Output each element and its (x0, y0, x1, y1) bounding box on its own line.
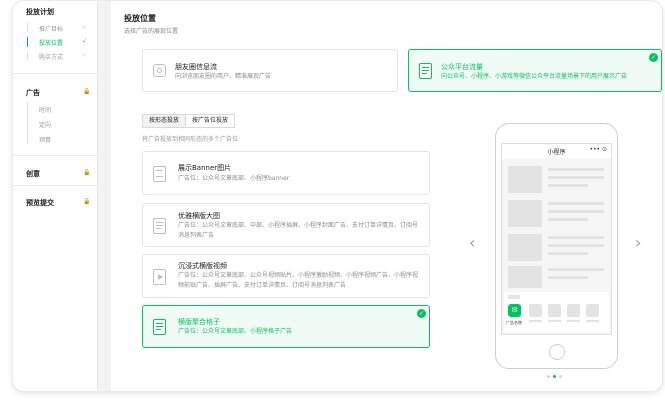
banner-icon (153, 166, 166, 182)
next-arrow-icon[interactable]: › (635, 233, 641, 252)
placeholder-line (548, 276, 588, 279)
step-line-active (27, 37, 28, 47)
placeholder-line (548, 236, 604, 239)
format-name: 沉浸式横版视频 (178, 262, 227, 270)
tab-by-format[interactable]: 按形态投放 (142, 114, 187, 128)
mini-program-header: 小程序 ••• ⊙ (502, 144, 611, 158)
selected-check-icon: ✓ (417, 309, 426, 318)
carousel-dot-active[interactable] (553, 375, 556, 378)
divider (13, 155, 98, 156)
main-panel: 投放位置 选择广告的展现位置 朋友圈信息流 向浏览朋友圈的用户、精准展现广告 公… (111, 1, 662, 391)
placeholder-line (548, 184, 588, 187)
placeholder-line (548, 202, 604, 205)
step-title-preview[interactable]: 预览提交 (26, 198, 54, 208)
format-desc: 广告位：公众号文章底部、小程序banner (178, 175, 290, 182)
phone-screen: 小程序 ••• ⊙ ✉ 广告名称 (501, 143, 612, 335)
placement-name: 公众平台流量 (441, 63, 483, 71)
placement-card-moments[interactable]: 朋友圈信息流 向浏览朋友圈的用户、精准展现广告 (142, 49, 398, 92)
format-desc: 广告位：公众号文章底部、小程序格子广告 (178, 328, 293, 335)
format-desc: 广告位：公众号文章底部、中部、小程序插屏、小程序封面广告、支付订单详情页、订阅号 (178, 222, 419, 229)
placeholder-line (548, 218, 588, 221)
carousel-dot[interactable] (559, 375, 562, 378)
capsule-menu-icon: ••• ⊙ (589, 146, 607, 153)
wechat-icon: ✉ (508, 304, 521, 317)
phone-preview: 小程序 ••• ⊙ ✉ 广告名称 (495, 123, 618, 369)
check-icon: ✓ (82, 52, 88, 59)
lock-icon: 🔒 (83, 169, 91, 176)
placement-name: 朋友圈信息流 (175, 63, 217, 71)
placement-desc: 向浏览朋友圈的用户、精准展现广告 (175, 73, 272, 80)
substep-purchase[interactable]: 购买方式 (39, 52, 63, 61)
ad-name-label: 广告名称 (506, 320, 522, 325)
step-line (27, 102, 28, 144)
placeholder-thumb (508, 200, 542, 227)
home-button (549, 344, 565, 360)
step-title-creative[interactable]: 创意 (26, 169, 40, 179)
placeholder-line (567, 320, 580, 322)
substep-placement[interactable]: 投放位置 (39, 38, 63, 47)
grid-slot (567, 304, 580, 317)
placeholder-thumb (508, 234, 542, 261)
grid-ad-preview: ✉ 广告名称 (504, 292, 609, 332)
prev-arrow-icon[interactable]: ‹ (469, 233, 475, 252)
placeholder-line (548, 268, 604, 271)
selected-check-icon: ✓ (649, 53, 658, 62)
placeholder-line (548, 244, 604, 247)
step-line (27, 51, 28, 60)
lock-icon: 🔒 (83, 198, 91, 205)
page-title: 投放位置 (124, 14, 156, 23)
tab-hint: 将广告投放到相同形态的多个广告位 (142, 136, 239, 143)
document-icon (419, 63, 432, 79)
step-title-plan[interactable]: 投放计划 (26, 7, 54, 17)
format-card-large-image[interactable]: 优雅横版大图 广告位：公众号文章底部、中部、小程序插屏、小程序封面广告、支付订单… (142, 203, 430, 247)
divider (13, 73, 98, 74)
format-card-video[interactable]: 沉浸式横版视频 广告位：公众号文章底部、公众号视频贴片、小程序激励视频、小程序视… (142, 254, 430, 298)
substep-time[interactable]: 时间 (39, 105, 51, 114)
format-desc: 广告位：公众号文章底部、公众号视频贴片、小程序激励视频、小程序视频广告、小程序视 (178, 272, 419, 279)
format-desc: 消息列表广告 (178, 232, 215, 239)
placement-card-public-platform[interactable]: 公众平台流量 向公众号、小程序、小游戏等微信公众平台流量场景下的用户展示广告 ✓ (408, 49, 662, 92)
page-subtitle: 选择广告的展现位置 (124, 28, 179, 35)
grid-slot (529, 304, 542, 317)
placement-desc: 向公众号、小程序、小游戏等微信公众平台流量场景下的用户展示广告 (441, 73, 628, 80)
step-title-ad[interactable]: 广告 (26, 88, 40, 98)
check-icon: ✓ (82, 38, 88, 45)
format-card-grid[interactable]: 横版聚合格子 广告位：公众号文章底部、小程序格子广告 ✓ (142, 305, 430, 348)
grid-icon (153, 319, 166, 335)
moments-icon (153, 64, 166, 77)
placeholder-line (548, 252, 588, 255)
app-frame: 投放计划 推广目标 ✓ 投放位置 ✓ 购买方式 ✓ 广告 🔒 时间 定向 预算 … (12, 0, 663, 392)
format-name: 优雅横版大图 (178, 212, 220, 220)
format-card-banner[interactable]: 展示Banner图片 广告位：公众号文章底部、小程序banner (142, 151, 430, 195)
check-icon: ✓ (82, 24, 88, 31)
image-icon (153, 218, 166, 234)
grid-slot (548, 304, 561, 317)
steps-sidebar: 投放计划 推广目标 ✓ 投放位置 ✓ 购买方式 ✓ 广告 🔒 时间 定向 预算 … (13, 1, 98, 391)
placeholder-line (548, 320, 561, 322)
carousel-dot[interactable] (547, 375, 550, 378)
divider (13, 185, 98, 186)
format-name: 展示Banner图片 (178, 164, 232, 172)
format-desc: 频前贴广告、插屏广告、支付订单详情页、订阅号消息列表广告 (178, 282, 347, 289)
placeholder-line (508, 295, 520, 299)
grid-slot (586, 304, 599, 317)
placeholder-thumb (508, 266, 542, 288)
placeholder-thumb (508, 166, 542, 193)
placeholder-line (548, 210, 604, 213)
placement-mode-tabs: 按形态投放 按广告位投放 (142, 114, 236, 128)
substep-budget[interactable]: 预算 (39, 135, 51, 144)
step-line (27, 23, 28, 32)
placeholder-line (548, 176, 604, 179)
placeholder-line (548, 168, 604, 171)
substep-goal[interactable]: 推广目标 (39, 24, 63, 33)
lock-icon: 🔒 (83, 88, 91, 95)
format-name: 横版聚合格子 (178, 318, 220, 326)
tab-by-slot[interactable]: 按广告位投放 (186, 114, 236, 128)
placeholder-line (529, 320, 542, 322)
placeholder-line (586, 320, 599, 322)
carousel-dots (547, 375, 562, 378)
video-icon (153, 269, 166, 285)
substep-targeting[interactable]: 定向 (39, 120, 51, 129)
